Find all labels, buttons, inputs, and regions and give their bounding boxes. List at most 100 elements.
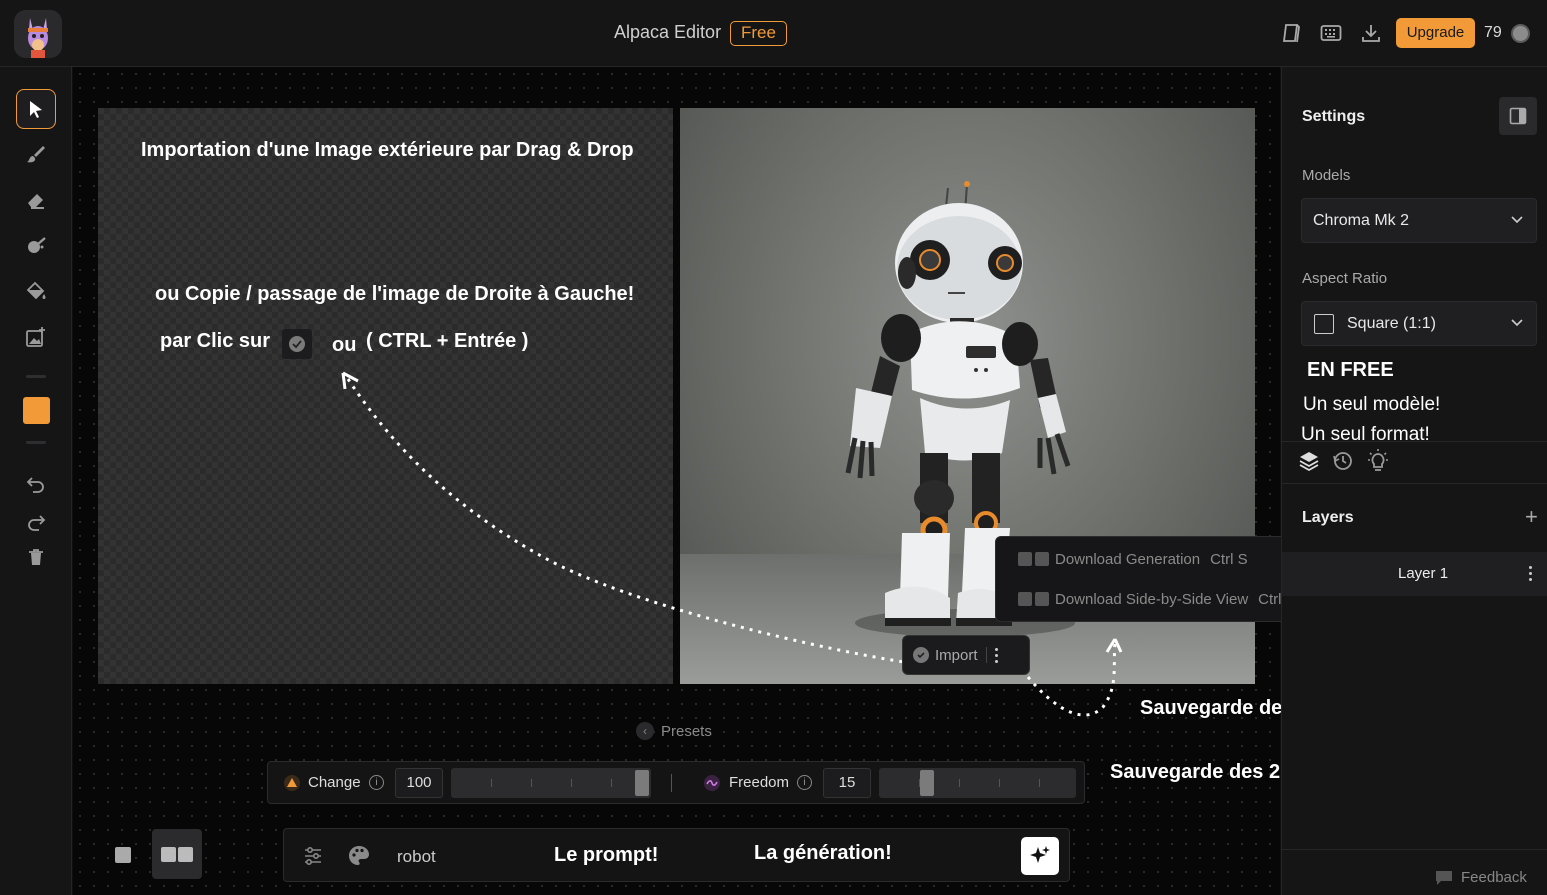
info-icon[interactable]: i [797,775,812,790]
layer-item[interactable]: Layer 1 [1282,552,1547,596]
freedom-slider-handle[interactable] [920,770,934,796]
book-icon[interactable] [1281,22,1303,44]
annotation-or: ou [332,334,357,356]
generate-button[interactable] [1021,837,1059,875]
change-label: Change [308,774,361,791]
paint-bucket-icon [26,281,46,300]
sparkle-icon [1030,846,1050,863]
trash-icon [29,549,43,565]
prompt-input[interactable]: robot [397,847,436,867]
settings-sidebar: Settings Models Chroma Mk 2 Aspect Ratio… [1281,67,1547,895]
menu-item-icon [1018,552,1032,566]
toggle-panel-button[interactable] [1499,97,1537,135]
import-toolbar: Import [902,635,1030,675]
panel-icon [1509,107,1527,125]
input-image-panel[interactable] [98,108,673,684]
import-check-icon [282,329,312,359]
brush-tool[interactable] [16,134,56,174]
menu-item-icon [1035,552,1049,566]
import-button[interactable]: Import [935,647,978,664]
freedom-slider[interactable] [879,768,1076,798]
annotation-shortcut: ( CTRL + Entrée ) [366,330,529,352]
change-slider[interactable] [451,768,651,798]
aspect-ratio-value: Square (1:1) [1347,315,1436,332]
left-toolbar [0,67,72,895]
canvas-area[interactable]: Importation d'une Image extérieure par D… [73,67,1497,895]
freedom-value-input[interactable]: 15 [823,768,871,798]
annotation-prompt: Le prompt! [554,844,659,866]
lightbulb-tab-icon[interactable] [1367,449,1389,478]
add-image-tool[interactable] [16,317,56,357]
eraser-tool[interactable] [16,180,56,220]
history-tab-icon[interactable] [1332,450,1354,477]
delete-button[interactable] [16,537,56,577]
change-value-input[interactable]: 100 [395,768,443,798]
model-select[interactable]: Chroma Mk 2 [1301,198,1537,243]
inpaint-brush-tool[interactable] [16,226,56,266]
annotation-one-model: Un seul modèle! [1303,394,1441,415]
prompt-bar: robot Le prompt! La génération! [283,828,1070,882]
settings-title: Settings [1302,108,1366,125]
download-icon[interactable] [1360,22,1382,44]
chevron-left-icon: ‹ [636,722,654,740]
change-slider-handle[interactable] [635,770,649,796]
upgrade-button[interactable]: Upgrade [1396,18,1475,48]
freedom-label: Freedom [729,774,790,791]
aspect-ratio-select[interactable]: Square (1:1) [1301,301,1537,346]
top-bar: Alpaca Editor Free Upgrade 79 [0,0,1547,67]
undo-icon [26,477,44,493]
side-by-side-view-button[interactable] [152,829,202,879]
annotation-generation: La génération! [754,842,892,864]
app-title: Alpaca Editor [614,22,722,42]
presets-toggle[interactable]: ‹ Presets [636,722,712,740]
model-select-value: Chroma Mk 2 [1313,212,1410,229]
layer-name: Layer 1 [1398,565,1449,582]
add-layer-icon[interactable]: + [1525,506,1538,528]
sidebar-divider [1282,441,1547,442]
image-add-icon [26,327,45,347]
layer-options-icon[interactable] [1529,566,1532,581]
info-icon[interactable]: i [369,775,384,790]
models-label: Models [1302,167,1351,184]
chevron-down-icon [1511,319,1523,327]
single-view-button[interactable] [115,847,131,863]
brush-icon [27,146,45,163]
redo-button[interactable] [16,501,56,541]
plan-badge: Free [730,21,787,46]
palette-icon[interactable] [347,844,371,873]
menu-item-icon [1018,592,1032,606]
change-icon [284,775,300,791]
toolbar-divider [26,441,46,444]
feedback-label: Feedback [1461,869,1527,886]
chevron-down-icon [1511,216,1523,224]
undo-button[interactable] [16,463,56,503]
aspect-ratio-label: Aspect Ratio [1302,270,1388,287]
sidebar-divider [1282,483,1547,484]
import-check-icon[interactable] [913,647,929,663]
feedback-link[interactable]: Feedback [1435,869,1527,886]
select-tool[interactable] [16,89,56,129]
sidebar-divider [1282,849,1547,850]
annotation-drag-drop: Importation d'une Image extérieure par D… [141,139,634,161]
freedom-icon [704,775,720,791]
chat-icon [1436,870,1452,885]
credits-count: 79 [1484,24,1502,41]
menu-item-shortcut: Ctrl S [1210,550,1248,568]
alpaca-editor-app: Alpaca Editor Free Upgrade 79 Importatio… [0,0,1547,895]
layers-tab-icon[interactable] [1298,450,1320,477]
parameters-bar: Change i 100 Freedom i 15 [267,761,1085,804]
more-options-icon[interactable] [994,647,998,663]
import-divider [985,647,987,663]
menu-item-icon [1035,592,1049,606]
color-swatch[interactable] [23,397,50,424]
keyboard-icon[interactable] [1320,22,1342,44]
eraser-icon [28,194,44,209]
square-icon [1314,314,1334,334]
cursor-icon [30,101,42,118]
sliders-icon[interactable] [302,845,324,872]
redo-icon [28,515,46,531]
alpaca-logo[interactable] [14,10,62,58]
download-generation-item[interactable]: Download Generation Ctrl S [1018,549,1248,569]
layers-title: Layers [1302,509,1354,526]
fill-tool[interactable] [16,272,56,312]
